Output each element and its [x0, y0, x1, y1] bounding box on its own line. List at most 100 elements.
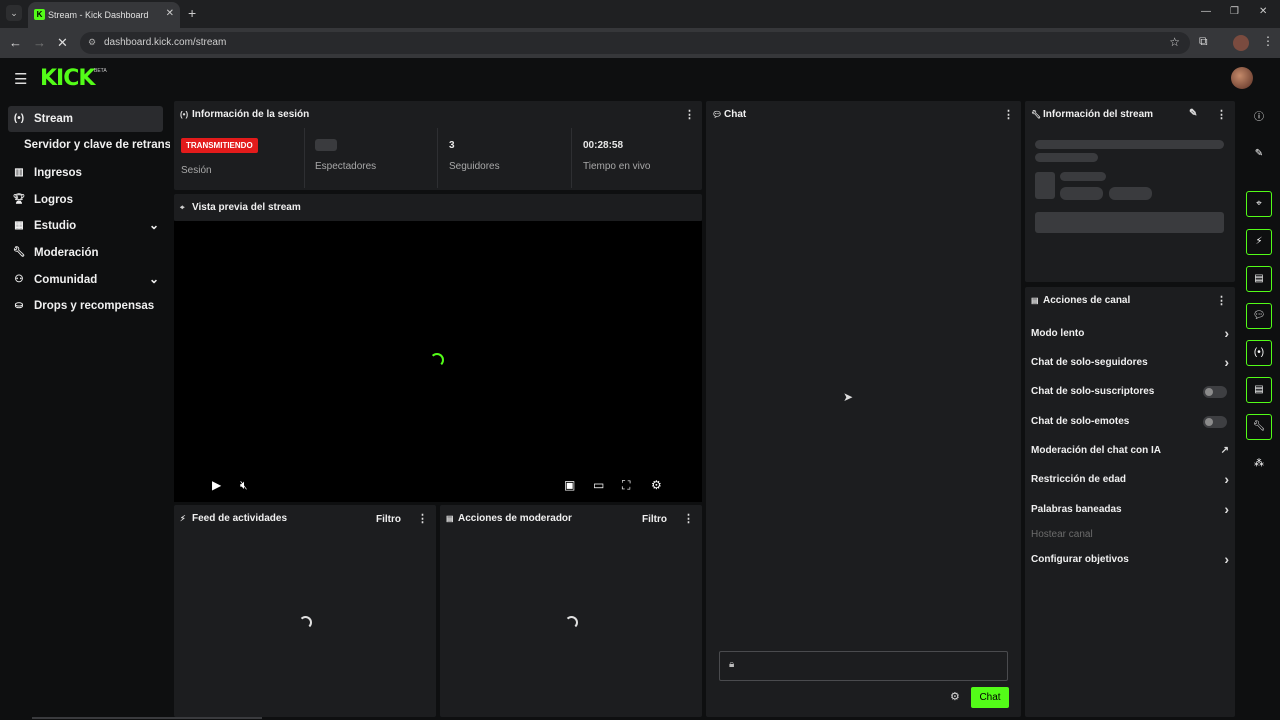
channel-actions-title: ▤ Acciones de canal: [1031, 295, 1131, 306]
action-slow-mode[interactable]: Modo lento ›: [1031, 324, 1229, 344]
window-close-icon[interactable]: ✕: [1259, 6, 1267, 17]
skeleton-line: [1035, 140, 1224, 149]
scrollbar[interactable]: [32, 717, 262, 719]
kebab-menu-icon[interactable]: ⋮: [1003, 108, 1014, 121]
chevron-down-icon[interactable]: ⌄: [149, 272, 159, 286]
document-icon[interactable]: ▤: [1246, 266, 1272, 292]
chat-settings-icon[interactable]: ⚙: [950, 690, 960, 703]
stream-info-title: 🔧︎ Información del stream: [1031, 109, 1154, 120]
edit-pencil-icon[interactable]: ✎: [1189, 108, 1197, 119]
chevron-right-icon: ›: [1224, 551, 1229, 567]
sidebar-subitem-server-key[interactable]: Servidor y clave de retransmisión: [24, 139, 170, 151]
restore-icon[interactable]: ❐: [1230, 6, 1239, 17]
sidebar-item-logros[interactable]: 🏆︎ Logros: [8, 187, 163, 213]
mouse-cursor-icon: ➤: [843, 390, 854, 404]
feed-filter-button[interactable]: Filtro: [376, 514, 401, 525]
video-settings-icon[interactable]: ⚙: [651, 478, 662, 492]
mute-icon[interactable]: 🔇︎: [240, 478, 248, 493]
channel-icon[interactable]: ▤: [1246, 377, 1272, 403]
kebab-menu-icon[interactable]: ⋮: [417, 512, 428, 525]
broadcast-icon[interactable]: (•): [1246, 340, 1272, 366]
edit-pencil-icon[interactable]: ✎: [1246, 142, 1272, 168]
extensions-icon[interactable]: ⧉: [1199, 34, 1208, 49]
tab-search-icon[interactable]: ⌄: [6, 5, 22, 21]
play-icon[interactable]: ▶: [212, 478, 221, 492]
sidebar-item-drops[interactable]: ⛀ Drops y recompensas: [8, 293, 163, 319]
community-icon: ⚇: [14, 274, 24, 285]
right-rail: ⓘ ✎ ⌖ ⚡︎ ▤ 💬︎ (•) ▤ 🔧︎ ⁂: [1238, 100, 1280, 720]
followers-value: 3: [449, 140, 455, 151]
theater-mode-icon[interactable]: ▭: [593, 478, 604, 492]
action-ai-moderation[interactable]: Moderación del chat con IA ↗: [1031, 441, 1229, 461]
kick-favicon-icon: K: [34, 9, 45, 20]
browser-menu-icon[interactable]: ⋮: [1262, 34, 1274, 48]
action-banned-words[interactable]: Palabras baneadas ›: [1031, 500, 1229, 520]
lightning-icon[interactable]: ⚡︎: [1246, 229, 1272, 255]
sidebar-item-estudio[interactable]: ▦ Estudio ⌄: [8, 213, 163, 239]
forward-icon[interactable]: →: [33, 35, 46, 50]
mod-filter-button[interactable]: Filtro: [642, 514, 667, 525]
more-widgets-icon[interactable]: ⁂: [1246, 452, 1272, 478]
loading-spinner-icon: [430, 353, 444, 367]
chat-bubble-icon[interactable]: 💬︎: [1246, 303, 1272, 329]
browser-profile-avatar[interactable]: [1233, 35, 1249, 51]
new-tab-icon[interactable]: +: [188, 5, 196, 21]
stream-preview-title: ⌖ Vista previa del stream: [180, 202, 301, 213]
chevron-down-icon[interactable]: ⌄: [149, 218, 159, 232]
tab-close-icon[interactable]: ✕: [166, 8, 174, 19]
viewers-label: Espectadores: [315, 161, 377, 172]
preview-widget-icon[interactable]: ⌖: [1246, 191, 1272, 217]
live-status-badge: TRANSMITIENDO: [181, 138, 258, 153]
wrench-icon: 🔧︎: [1031, 110, 1042, 119]
chat-send-button[interactable]: Chat: [971, 687, 1009, 708]
mini-player-icon[interactable]: ▣: [564, 478, 575, 492]
chat-message-input[interactable]: 🔒︎: [719, 651, 1008, 681]
followers-label: Seguidores: [449, 161, 500, 172]
mod-actions-title: ▤ Acciones de moderador: [446, 513, 572, 524]
trophy-icon: 🏆︎: [12, 194, 26, 205]
stop-loading-icon[interactable]: ✕: [57, 35, 68, 51]
kebab-menu-icon[interactable]: ⋮: [1216, 294, 1227, 307]
beta-badge: BETA: [94, 68, 107, 74]
chevron-right-icon: ›: [1224, 354, 1229, 370]
sidebar-item-ingresos[interactable]: ▥ Ingresos: [8, 160, 163, 186]
skeleton-block: [1035, 212, 1224, 233]
tab-title: Stream - Kick Dashboard: [48, 10, 149, 20]
hamburger-menu-icon[interactable]: ☰: [14, 70, 27, 88]
action-followers-only[interactable]: Chat de solo-seguidores ›: [1031, 353, 1229, 373]
action-age-restriction[interactable]: Restricción de edad ›: [1031, 470, 1229, 490]
activity-feed-title: ⚡︎ Feed de actividades: [180, 513, 288, 524]
url-field[interactable]: ⚙ dashboard.kick.com/stream ☆: [80, 32, 1190, 54]
info-icon[interactable]: ⓘ: [1246, 106, 1272, 132]
loading-spinner-icon: [299, 616, 312, 629]
chart-icon: ▥: [14, 167, 24, 178]
kebab-menu-icon[interactable]: ⋮: [1216, 108, 1227, 121]
stream-preview-header: ⌖ Vista previa del stream: [174, 194, 702, 221]
fullscreen-icon[interactable]: ⛶: [622, 478, 630, 493]
subscribers-only-toggle[interactable]: [1203, 386, 1227, 398]
channel-icon: ▤: [1031, 296, 1039, 305]
sidebar-item-moderacion[interactable]: 🔧︎ Moderación: [8, 240, 163, 266]
sidebar-item-comunidad[interactable]: ⚇ Comunidad ⌄: [8, 267, 163, 293]
broadcast-icon: (•): [180, 110, 189, 119]
divider: [304, 128, 305, 188]
minimize-icon[interactable]: —: [1201, 6, 1211, 17]
kebab-menu-icon[interactable]: ⋮: [684, 108, 695, 121]
site-info-icon[interactable]: ⚙: [88, 37, 96, 48]
action-configure-goals[interactable]: Configurar objetivos ›: [1031, 550, 1229, 570]
action-emotes-only: Chat de solo-emotes: [1031, 412, 1229, 432]
viewers-skeleton: [315, 139, 337, 151]
user-avatar[interactable]: [1231, 67, 1253, 89]
kick-logo[interactable]: KICK: [40, 66, 95, 91]
browser-tab[interactable]: K Stream - Kick Dashboard ✕: [28, 2, 180, 28]
wrench-icon[interactable]: 🔧︎: [1246, 414, 1272, 440]
bookmark-star-icon[interactable]: ☆: [1169, 35, 1180, 49]
stream-preview-video[interactable]: [174, 221, 702, 502]
chevron-right-icon: ›: [1224, 325, 1229, 341]
kebab-menu-icon[interactable]: ⋮: [683, 512, 694, 525]
session-info-title: (•) Información de la sesión: [180, 109, 310, 120]
sidebar-item-stream[interactable]: (•) Stream: [8, 106, 163, 132]
document-icon: ▤: [446, 514, 454, 523]
emotes-only-toggle[interactable]: [1203, 416, 1227, 428]
back-icon[interactable]: ←: [9, 35, 22, 50]
